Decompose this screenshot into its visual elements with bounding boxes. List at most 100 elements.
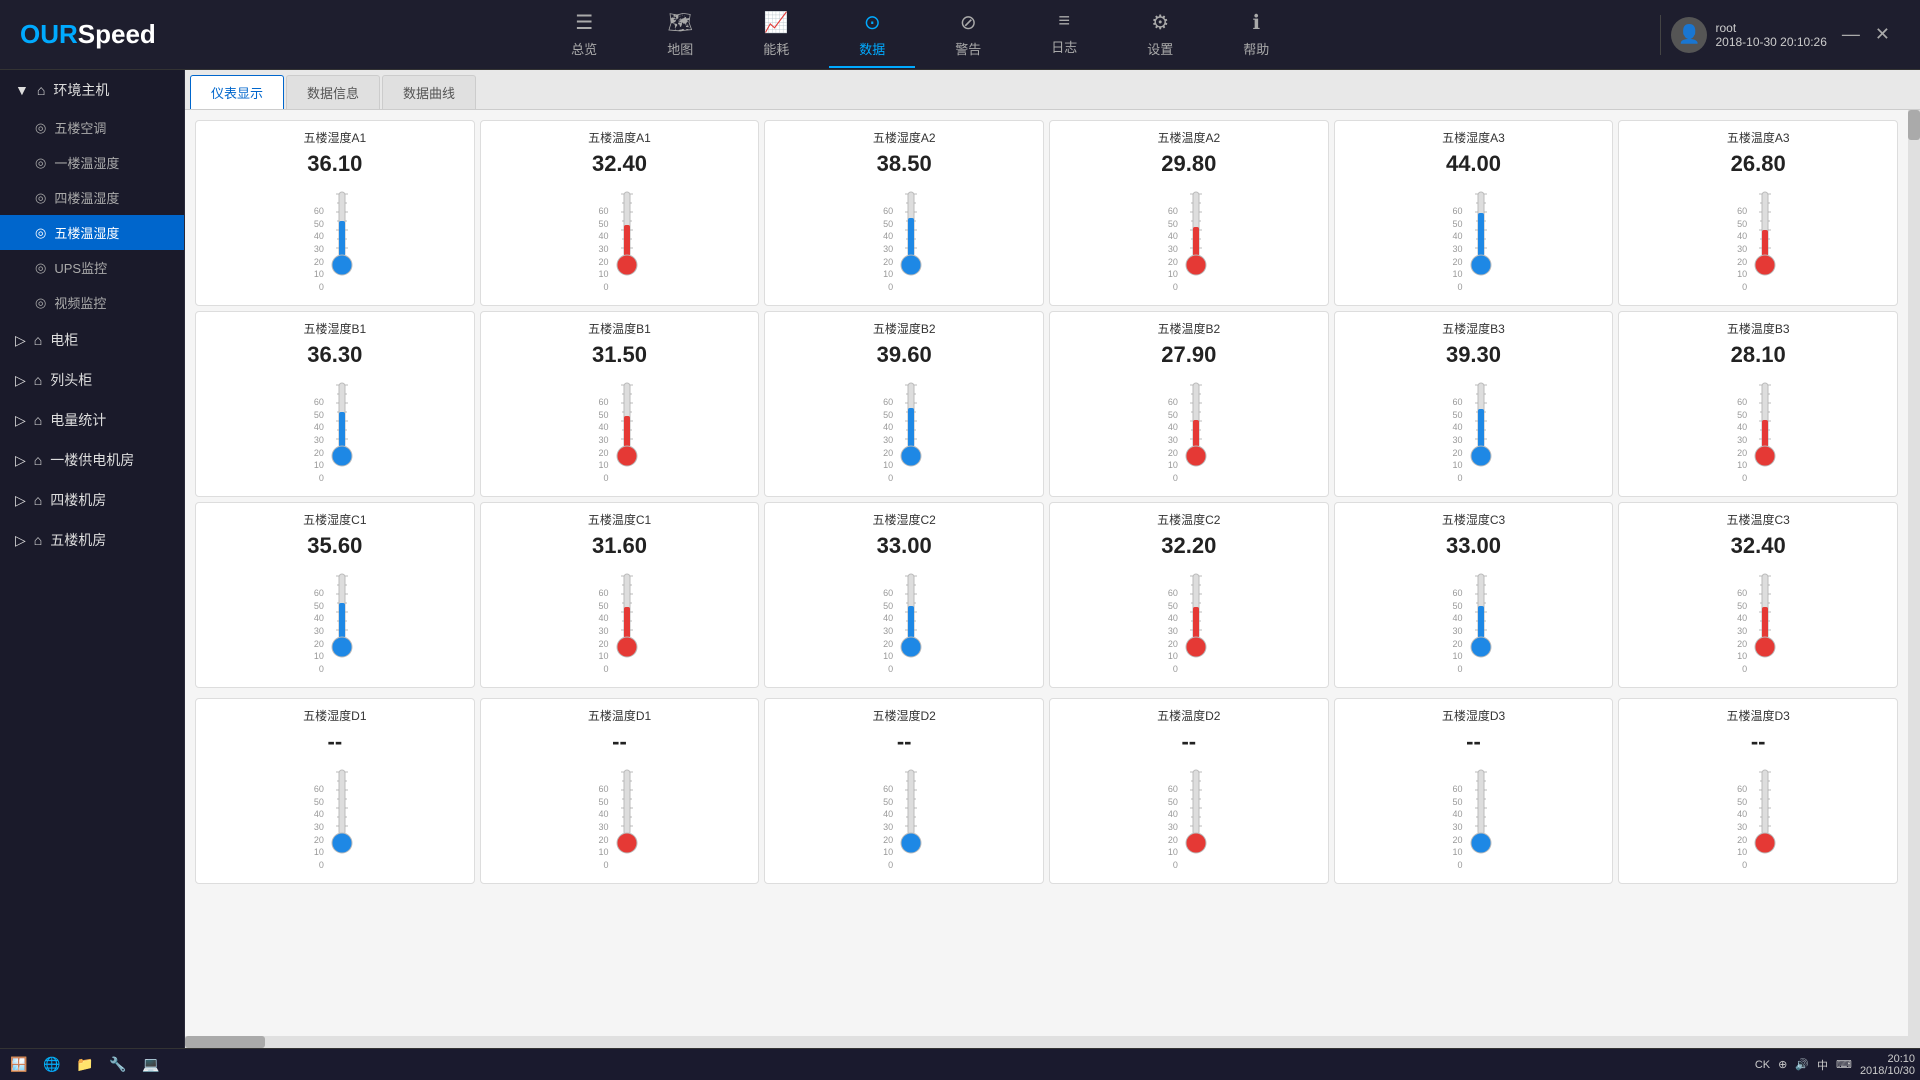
- gauge-value: 33.00: [1446, 533, 1501, 559]
- gauge-label: 五楼湿度D2: [773, 707, 1035, 724]
- scroll-thumb[interactable]: [1908, 110, 1920, 140]
- gauge-label: 五楼湿度C3: [1343, 511, 1605, 528]
- thermometer: [897, 760, 925, 875]
- logo-speed: Speed: [78, 19, 156, 49]
- sidebar-group-room5[interactable]: ▷ ⌂ 五楼机房: [0, 520, 184, 560]
- taskbar-terminal[interactable]: 💻: [137, 1053, 165, 1077]
- thermometer: [1182, 564, 1210, 679]
- sidebar-item-temp4[interactable]: ◎ 四楼温湿度: [0, 180, 184, 215]
- vertical-scrollbar[interactable]: [1908, 110, 1920, 1036]
- thermometer: [613, 182, 641, 297]
- thermometer: [1751, 373, 1779, 488]
- win-controls: — ✕: [1842, 24, 1890, 45]
- nav-data-label: 数据: [859, 39, 885, 58]
- sidebar-temp5-label: 五楼温湿度: [54, 223, 119, 242]
- sidebar-item-ac5[interactable]: ◎ 五楼空调: [0, 110, 184, 145]
- gauge-card: 五楼湿度B2 39.60 6050403020100: [764, 311, 1044, 497]
- help-icon: ℹ: [1252, 10, 1260, 35]
- nav-map[interactable]: 🗺 地图: [637, 2, 723, 68]
- thermometer: [613, 760, 641, 875]
- thermometer: [1751, 564, 1779, 679]
- taskbar-explorer[interactable]: 📁: [71, 1053, 99, 1077]
- thermometer: [328, 564, 356, 679]
- gauge-value: --: [1181, 729, 1196, 755]
- header-separator: [1660, 15, 1661, 55]
- user-text: root 2018-10-30 20:10:26: [1715, 21, 1826, 49]
- gauge-value: --: [328, 729, 343, 755]
- nav-log[interactable]: ≡ 日志: [1021, 2, 1107, 68]
- gauge-label: 五楼温度D3: [1627, 707, 1889, 724]
- taskbar-ie[interactable]: 🌐: [38, 1053, 66, 1077]
- sidebar-group-rack[interactable]: ▷ ⌂ 列头柜: [0, 360, 184, 400]
- system-icon1: ⊕: [1778, 1058, 1787, 1071]
- gauge-value: 32.40: [592, 151, 647, 177]
- gauge-label: 五楼温度C2: [1058, 511, 1320, 528]
- sidebar-group-estats[interactable]: ▷ ⌂ 电量统计: [0, 400, 184, 440]
- taskbar-start[interactable]: 🪟: [5, 1053, 33, 1077]
- sidebar-ups-label: UPS监控: [54, 258, 107, 277]
- gauge-value: 31.50: [592, 342, 647, 368]
- taskbar-time: 20:10 2018/10/30: [1860, 1053, 1915, 1077]
- gauge-card: 五楼温度C2 32.20 6050403020100: [1049, 502, 1329, 688]
- gauge-label: 五楼温度A3: [1627, 129, 1889, 146]
- nav-data[interactable]: ⊙ 数据: [829, 2, 915, 68]
- log-icon: ≡: [1058, 10, 1070, 33]
- nav-settings[interactable]: ⚙ 设置: [1117, 2, 1203, 68]
- arrow-right-icon: ▷: [15, 412, 26, 429]
- nav-map-label: 地图: [667, 39, 693, 58]
- user-datetime: 2018-10-30 20:10:26: [1715, 35, 1826, 49]
- gauge-card: 五楼温度B2 27.90 6050403020100: [1049, 311, 1329, 497]
- sidebar-item-ups[interactable]: ◎ UPS监控: [0, 250, 184, 285]
- circle-icon: ◎: [35, 120, 46, 136]
- nav-help[interactable]: ℹ 帮助: [1213, 2, 1299, 68]
- gauge-card: 五楼温度B3 28.10 6050403020100: [1618, 311, 1898, 497]
- close-button[interactable]: ✕: [1875, 24, 1890, 45]
- nav-energy[interactable]: 📈 能耗: [733, 2, 819, 68]
- circle-icon: ◎: [35, 225, 46, 241]
- hscroll-thumb[interactable]: [185, 1036, 265, 1048]
- sidebar-item-temp5[interactable]: ◎ 五楼温湿度: [0, 215, 184, 250]
- arrow-right-icon: ▷: [15, 332, 26, 349]
- sidebar-room5-label: 五楼机房: [50, 530, 106, 550]
- home-icon: ⌂: [34, 372, 42, 388]
- minimize-button[interactable]: —: [1842, 24, 1860, 45]
- arrow-right-icon: ▷: [15, 492, 26, 509]
- gauge-card: 五楼湿度B1 36.30 6050403020100: [195, 311, 475, 497]
- header-right: 👤 root 2018-10-30 20:10:26 — ✕: [1671, 17, 1890, 53]
- gauge-card: 五楼湿度D2 -- 6050403020100: [764, 698, 1044, 884]
- taskbar-tool[interactable]: 🔧: [104, 1053, 132, 1077]
- gauge-value: 31.60: [592, 533, 647, 559]
- thermometer: [328, 373, 356, 488]
- sidebar-ac5-label: 五楼空调: [54, 118, 106, 137]
- sidebar-group-room4[interactable]: ▷ ⌂ 四楼机房: [0, 480, 184, 520]
- tabs-bar: 仪表显示 数据信息 数据曲线: [185, 70, 1920, 110]
- sidebar-group-env[interactable]: ▼ ⌂ 环境主机: [0, 70, 184, 110]
- thermometer: [1751, 760, 1779, 875]
- sidebar-group-elec[interactable]: ▷ ⌂ 电柜: [0, 320, 184, 360]
- gauge-card: 五楼温度A3 26.80 6050403020100: [1618, 120, 1898, 306]
- horizontal-scrollbar[interactable]: [185, 1036, 1920, 1048]
- header: OURSpeed ☰ 总览 🗺 地图 📈 能耗 ⊙ 数据 ⊘ 警告 ≡ 日志 ⚙…: [0, 0, 1920, 70]
- energy-icon: 📈: [764, 10, 789, 35]
- sidebar-item-video[interactable]: ◎ 视频监控: [0, 285, 184, 320]
- gauge-label: 五楼温度A1: [489, 129, 751, 146]
- gauge-card: 五楼湿度D3 -- 6050403020100: [1334, 698, 1614, 884]
- content: 仪表显示 数据信息 数据曲线 五楼湿度A1 36.10 605040302010…: [185, 70, 1920, 1048]
- tab-data-info[interactable]: 数据信息: [286, 75, 380, 109]
- sidebar-group-room1[interactable]: ▷ ⌂ 一楼供电机房: [0, 440, 184, 480]
- tab-display[interactable]: 仪表显示: [190, 75, 284, 109]
- nav-help-label: 帮助: [1243, 39, 1269, 58]
- time-display: 20:10: [1860, 1053, 1915, 1065]
- taskbar-right: CK ⊕ 🔊 中 ⌨ 20:10 2018/10/30: [1755, 1053, 1915, 1077]
- tab-data-curve[interactable]: 数据曲线: [382, 75, 476, 109]
- nav-energy-label: 能耗: [763, 39, 789, 58]
- sidebar-item-temp1[interactable]: ◎ 一楼温湿度: [0, 145, 184, 180]
- gauge-label: 五楼湿度D1: [204, 707, 466, 724]
- sidebar-estats-label: 电量统计: [50, 410, 106, 430]
- gauge-label: 五楼湿度B3: [1343, 320, 1605, 337]
- arrow-right-icon: ▷: [15, 532, 26, 549]
- nav-alert[interactable]: ⊘ 警告: [925, 2, 1011, 68]
- nav-alert-label: 警告: [955, 39, 981, 58]
- nav-overview[interactable]: ☰ 总览: [541, 2, 627, 68]
- gauge-label: 五楼湿度A3: [1343, 129, 1605, 146]
